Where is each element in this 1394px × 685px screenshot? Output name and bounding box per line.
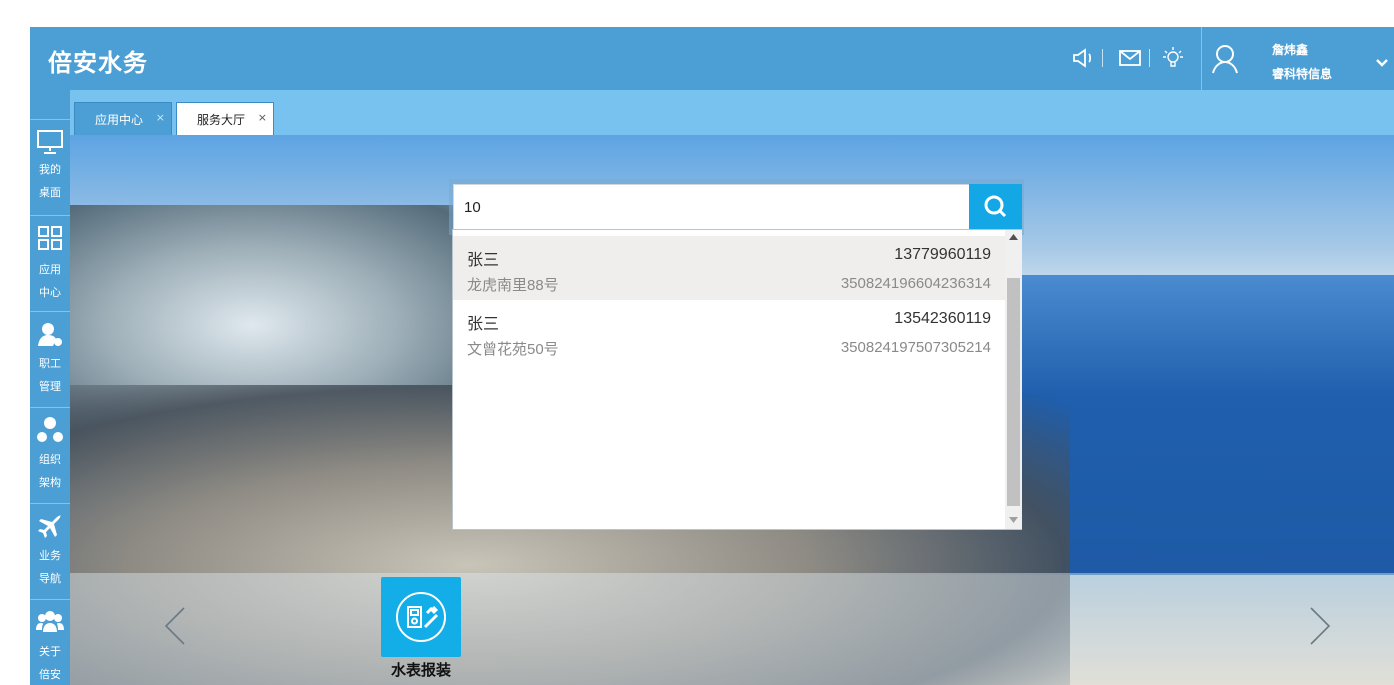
sidebar-item-label: 导航 xyxy=(39,572,61,585)
sidebar-item-desktop[interactable]: 我的 桌面 xyxy=(30,119,70,215)
grid-icon xyxy=(38,226,62,250)
left-sidebar: 我的 桌面 应用 中心 职工 管理 组织 架构 业务 导航 关于 倍安 xyxy=(30,90,70,685)
sidebar-item-about[interactable]: 关于 倍安 xyxy=(30,599,70,685)
chevron-down-icon xyxy=(1375,53,1389,72)
result-phone: 13542360119 xyxy=(894,310,991,327)
sidebar-item-label: 倍安 xyxy=(39,668,61,681)
search-results-dropdown: 张三 13779960119 龙虎南里88号 35082419660423631… xyxy=(452,229,1022,530)
service-hall-content: 张三 13779960119 龙虎南里88号 35082419660423631… xyxy=(70,135,1394,685)
app-window: 倍安水务 詹炜鑫 睿科特信息 我的 桌面 应用 中心 职工 管理 组织 架构 业… xyxy=(30,27,1394,685)
dropdown-scrollbar[interactable] xyxy=(1005,230,1022,529)
app-title: 倍安水务 xyxy=(48,49,148,77)
tab-label: 服务大厅 xyxy=(197,113,246,127)
list-item[interactable]: 张三 13542360119 文曾花苑50号 35082419750730521… xyxy=(453,300,1005,364)
carousel-strip xyxy=(70,573,1394,685)
search-button[interactable] xyxy=(969,184,1022,230)
org-chart-icon xyxy=(37,417,63,442)
scroll-down-arrow-icon[interactable] xyxy=(1009,517,1018,523)
result-address: 龙虎南里88号 xyxy=(467,277,559,294)
user-menu[interactable]: 詹炜鑫 睿科特信息 xyxy=(1201,27,1394,90)
close-icon[interactable]: × xyxy=(258,111,267,124)
user-name: 詹炜鑫 xyxy=(1272,43,1309,57)
chevron-right-icon xyxy=(1310,607,1331,645)
header-divider xyxy=(1149,49,1150,67)
sidebar-item-app-center[interactable]: 应用 中心 xyxy=(30,215,70,311)
result-phone: 13779960119 xyxy=(894,246,991,263)
sidebar-item-label: 关于 xyxy=(39,645,61,658)
result-id-number: 350824197507305214 xyxy=(840,339,991,356)
tab-service-hall[interactable]: 服务大厅 × xyxy=(176,102,274,135)
user-org: 睿科特信息 xyxy=(1272,67,1333,81)
sidebar-item-staff[interactable]: 职工 管理 xyxy=(30,311,70,407)
chevron-left-icon xyxy=(164,607,185,645)
carousel-next-button[interactable] xyxy=(1305,605,1335,647)
meter-repair-icon xyxy=(396,592,446,642)
result-name: 张三 xyxy=(467,252,500,269)
header-divider xyxy=(1102,49,1103,67)
sidebar-item-label: 架构 xyxy=(39,476,61,489)
sidebar-item-label: 管理 xyxy=(39,380,61,393)
sidebar-item-label: 业务 xyxy=(39,549,61,562)
carousel-prev-button[interactable] xyxy=(160,605,190,647)
result-name: 张三 xyxy=(467,316,500,333)
search-input[interactable] xyxy=(453,184,970,230)
scroll-thumb[interactable] xyxy=(1007,278,1020,506)
tab-label: 应用中心 xyxy=(95,113,144,127)
lightbulb-icon[interactable] xyxy=(1160,45,1186,71)
user-icon xyxy=(1210,43,1240,79)
tab-app-center[interactable]: 应用中心 × xyxy=(74,102,172,135)
close-icon[interactable]: × xyxy=(156,111,165,124)
sidebar-item-label: 组织 xyxy=(39,453,61,466)
sidebar-item-label: 我的 xyxy=(39,163,61,176)
tab-bar: 应用中心 × 服务大厅 × xyxy=(70,90,1394,135)
search-icon xyxy=(984,195,1007,218)
sidebar-item-label: 应用 xyxy=(39,263,61,276)
scroll-up-arrow-icon[interactable] xyxy=(1009,234,1018,240)
list-item[interactable]: 张三 13779960119 龙虎南里88号 35082419660423631… xyxy=(453,236,1005,300)
monitor-icon xyxy=(37,130,63,154)
sidebar-item-org[interactable]: 组织 架构 xyxy=(30,407,70,503)
sidebar-item-nav[interactable]: 业务 导航 xyxy=(30,503,70,599)
megaphone-icon[interactable] xyxy=(1070,45,1096,71)
mail-icon[interactable] xyxy=(1117,45,1143,71)
sidebar-item-label: 桌面 xyxy=(39,186,61,199)
group-icon xyxy=(36,611,64,632)
tile-label: 水表报装 xyxy=(390,661,451,679)
staff-settings-icon xyxy=(38,323,62,346)
result-address: 文曾花苑50号 xyxy=(467,341,559,358)
result-id-number: 350824196604236314 xyxy=(840,275,991,292)
top-header: 倍安水务 詹炜鑫 睿科特信息 xyxy=(30,27,1394,90)
meter-install-tile[interactable] xyxy=(381,577,461,657)
sidebar-item-label: 中心 xyxy=(39,286,61,299)
airplane-icon xyxy=(38,515,61,538)
sidebar-item-label: 职工 xyxy=(39,357,61,370)
